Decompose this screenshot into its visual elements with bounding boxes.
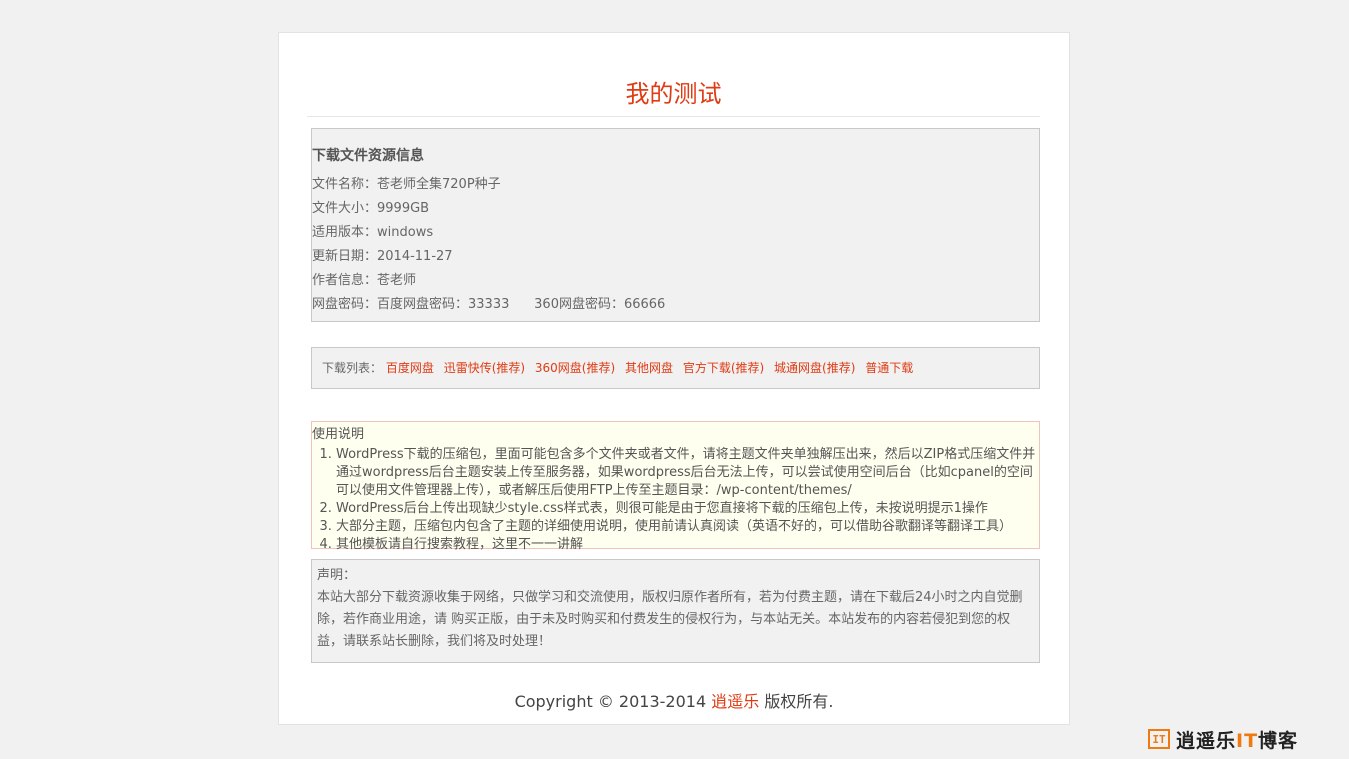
brand-text-it: IT: [1236, 729, 1259, 752]
download-link-normal[interactable]: 普通下载: [865, 361, 913, 375]
brand-logo-icon: IT: [1148, 729, 1170, 749]
download-link-xunlei[interactable]: 迅雷快传(推荐): [444, 361, 525, 375]
usage-heading: 使用说明: [312, 427, 365, 442]
download-link-ctdisk[interactable]: 城通网盘(推荐): [774, 361, 855, 375]
copyright-footer: Copyright © 2013-2014 逍遥乐 版权所有.: [279, 688, 1069, 712]
info-row-version: 适用版本：windows: [312, 225, 434, 240]
page-title: 我的测试: [625, 80, 722, 108]
resource-info-heading: 下载文件资源信息: [312, 148, 424, 164]
download-link-360[interactable]: 360网盘(推荐): [535, 361, 615, 375]
usage-item: WordPress后台上传出现缺少style.css样式表，则很可能是由于您直接…: [336, 500, 1036, 518]
usage-item: 其他模板请自行搜索教程，这里不一一讲解: [336, 536, 1036, 554]
usage-instructions-box: 使用说明 WordPress下载的压缩包，里面可能包含多个文件夹或者文件，请将主…: [311, 421, 1040, 552]
download-list-label: 下载列表：: [322, 361, 383, 375]
download-list-box: 下载列表： 百度网盘 迅雷快传(推荐) 360网盘(推荐) 其他网盘 官方下载(…: [311, 347, 1040, 389]
content-page: 我的测试 下载文件资源信息 文件名称：苍老师全集720P种子 文件大小：9999…: [278, 32, 1070, 725]
info-row-password: 网盘密码：百度网盘密码：33333 360网盘密码：66666: [312, 297, 666, 312]
brand-text: 逍遥乐IT博客: [1176, 726, 1298, 753]
copyright-suffix: 版权所有.: [759, 692, 834, 711]
brand-text-blog: 博客: [1258, 729, 1299, 752]
usage-item: WordPress下载的压缩包，里面可能包含多个文件夹或者文件，请将主题文件夹单…: [336, 446, 1036, 500]
download-link-other[interactable]: 其他网盘: [625, 361, 673, 375]
brand-watermark: IT 逍遥乐IT博客: [1148, 726, 1298, 753]
download-link-baidu[interactable]: 百度网盘: [386, 361, 434, 375]
info-row-filename: 文件名称：苍老师全集720P种子: [312, 177, 501, 192]
usage-list: WordPress下载的压缩包，里面可能包含多个文件夹或者文件，请将主题文件夹单…: [318, 446, 1036, 554]
resource-info-box: 下载文件资源信息 文件名称：苍老师全集720P种子 文件大小：9999GB 适用…: [311, 128, 1040, 322]
disclaimer-box: 声明： 本站大部分下载资源收集于网络，只做学习和交流使用，版权归原作者所有，若为…: [311, 559, 1040, 663]
download-link-official[interactable]: 官方下载(推荐): [683, 361, 764, 375]
disclaimer-title: 声明：: [317, 568, 357, 583]
info-row-updated: 更新日期：2014-11-27: [312, 249, 453, 264]
disclaimer-body: 本站大部分下载资源收集于网络，只做学习和交流使用，版权归原作者所有，若为付费主题…: [317, 590, 1023, 649]
site-link[interactable]: 逍遥乐: [711, 692, 759, 711]
info-row-filesize: 文件大小：9999GB: [312, 201, 430, 216]
brand-text-name: 逍遥乐: [1176, 729, 1237, 752]
title-divider: [307, 116, 1040, 117]
info-row-author: 作者信息：苍老师: [312, 273, 417, 288]
copyright-prefix: Copyright © 2013-2014: [514, 692, 712, 711]
usage-item: 大部分主题，压缩包内包含了主题的详细使用说明，使用前请认真阅读（英语不好的，可以…: [336, 518, 1036, 536]
